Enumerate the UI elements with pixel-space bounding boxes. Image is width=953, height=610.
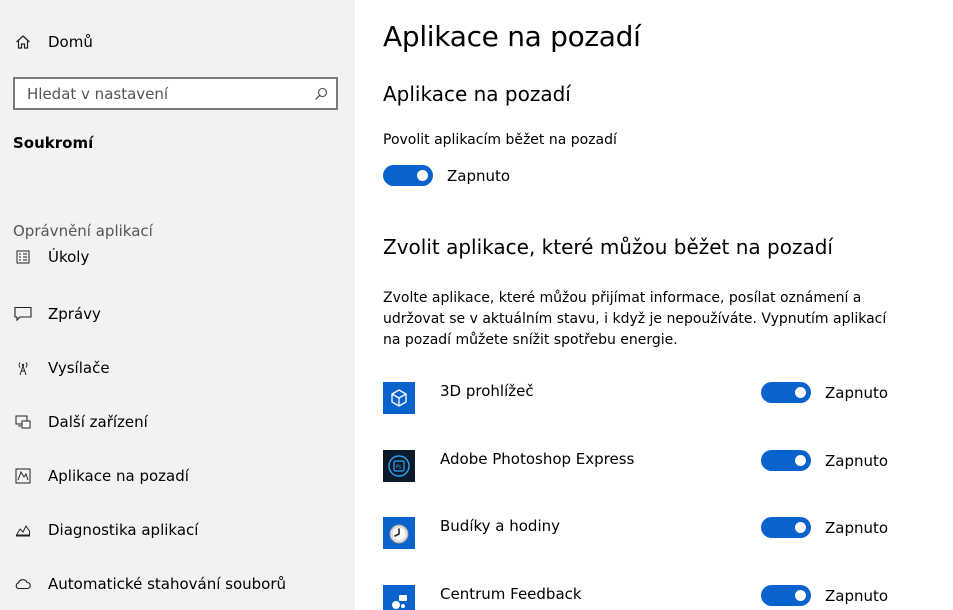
toggle-knob [795,522,806,533]
sidebar: Domů Soukromí Oprávnění aplikací Úkoly Z… [0,0,355,610]
cloud-icon [13,574,33,594]
choose-apps-heading: Zvolit aplikace, které můžou běžet na po… [383,235,833,259]
sidebar-item-tasks[interactable]: Úkoly [13,248,89,271]
search-input[interactable] [15,79,306,108]
app-row-photoshop-express: Ps Adobe Photoshop Express Zapnuto [383,450,943,500]
app-toggle-row: Zapnuto [761,585,888,606]
sidebar-item-label: Diagnostika aplikací [48,521,199,539]
toggle-knob [417,170,428,181]
sidebar-item-app-diagnostics[interactable]: Diagnostika aplikací [13,516,198,544]
feedback-hub-app-icon [383,585,415,610]
home-nav-item[interactable]: Domů [13,30,93,54]
svg-text:Ps: Ps [396,465,402,471]
sidebar-item-other-devices[interactable]: Další zařízení [13,408,148,436]
toggle-knob [795,455,806,466]
app-name: 3D prohlížeč [440,382,534,400]
sidebar-item-antennas[interactable]: Vysílače [13,354,110,382]
3d-viewer-app-icon [383,382,415,414]
sidebar-item-label: Úkoly [48,248,90,266]
app-toggle-row: Zapnuto [761,382,888,403]
sidebar-item-label: Další zařízení [48,413,148,431]
tasks-icon [13,248,33,267]
sidebar-item-background-apps[interactable]: Aplikace na pozadí [13,462,189,490]
app-name: Centrum Feedback [440,585,582,603]
app-toggle[interactable] [761,585,811,606]
toggle-state-label: Zapnuto [825,586,889,605]
section-title: Soukromí [13,134,94,152]
app-toggle-row: Zapnuto [761,517,888,538]
sidebar-item-label: Vysílače [48,359,110,377]
diagnostics-icon [13,520,33,540]
photoshop-express-app-icon: Ps [383,450,415,482]
toggle-knob [795,590,806,601]
app-toggle[interactable] [761,517,811,538]
toggle-state-label: Zapnuto [825,383,889,402]
app-toggle[interactable] [761,450,811,471]
app-row-alarms-clock: Budíky a hodiny Zapnuto [383,517,943,567]
sidebar-item-messages[interactable]: Zprávy [13,300,101,328]
sidebar-nav-list[interactable]: Úkoly Zprávy Vysílače Další zařízení Apl [0,248,355,610]
page-title: Aplikace na pozadí [383,20,641,53]
sidebar-item-label: Zprávy [48,305,101,323]
allow-background-toggle[interactable] [383,165,433,186]
choose-apps-description: Zvolte aplikace, které můžou přijímat in… [383,290,887,348]
app-toggle[interactable] [761,382,811,403]
app-row-feedback-hub: Centrum Feedback Zapnuto [383,585,943,610]
group-label: Oprávnění aplikací [13,222,153,240]
app-toggle-row: Zapnuto [761,450,888,471]
background-apps-icon [13,466,33,486]
toggle-state-label: Zapnuto [825,518,889,537]
antenna-icon [13,358,33,378]
sidebar-item-label: Aplikace na pozadí [48,467,189,485]
home-icon [13,32,33,52]
search-icon[interactable] [306,79,336,108]
message-icon [13,304,33,324]
app-row-3d-viewer: 3D prohlížeč Zapnuto [383,382,943,432]
allow-background-toggle-row: Zapnuto [383,165,510,186]
app-name: Adobe Photoshop Express [440,450,635,468]
app-name: Budíky a hodiny [440,517,560,535]
home-label: Domů [48,33,93,51]
toggle-state-label: Zapnuto [825,451,889,470]
main-content: Aplikace na pozadí Aplikace na pozadí Po… [355,0,953,610]
sidebar-item-label: Automatické stahování souborů [48,575,287,593]
sidebar-item-auto-downloads[interactable]: Automatické stahování souborů [13,570,286,598]
toggle-state-label: Zapnuto [447,166,511,185]
section-heading: Aplikace na pozadí [383,82,571,106]
toggle-knob [795,387,806,398]
alarms-clock-app-icon [383,517,415,549]
allow-background-label: Povolit aplikacím běžet na pozadí [383,132,617,148]
search-box[interactable] [13,77,338,110]
devices-icon [13,412,33,432]
